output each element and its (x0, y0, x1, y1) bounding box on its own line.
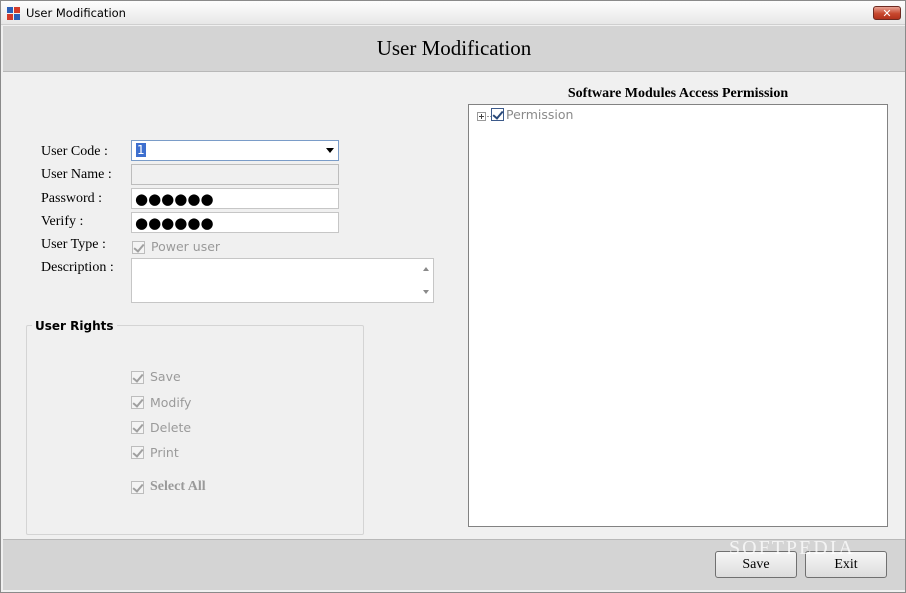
permissions-tree[interactable]: Permission (468, 104, 888, 527)
permissions-title: Software Modules Access Permission (567, 86, 789, 101)
scroll-down-icon[interactable] (423, 290, 429, 294)
page-title: User Modification (376, 36, 532, 60)
user-name-label: User Name : (41, 167, 112, 182)
power-user-checkbox[interactable] (132, 241, 145, 254)
save-right-checkbox[interactable] (131, 371, 144, 384)
chevron-down-icon[interactable] (326, 148, 334, 153)
window-title: User Modification (26, 6, 126, 20)
power-user-label: Power user (151, 239, 221, 254)
save-right-label: Save (150, 369, 181, 384)
description-textarea[interactable] (131, 258, 434, 303)
user-code-combobox[interactable]: 1 (131, 140, 339, 161)
save-button[interactable]: Save (715, 551, 797, 578)
user-type-label: User Type : (41, 237, 106, 252)
user-code-value: 1 (136, 143, 146, 157)
permission-node-label[interactable]: Permission (506, 107, 573, 122)
modify-right-label: Modify (150, 395, 192, 410)
select-all-label: Select All (150, 479, 206, 494)
user-rights-title: User Rights (32, 319, 117, 333)
password-field[interactable]: ●●●●●● (131, 188, 339, 209)
modify-right-checkbox[interactable] (131, 396, 144, 409)
close-icon: ✕ (882, 6, 892, 20)
password-label: Password : (41, 191, 103, 206)
verify-label: Verify : (41, 214, 84, 229)
select-all-checkbox[interactable] (131, 481, 144, 494)
user-rights-group (26, 325, 364, 535)
verify-value: ●●●●●● (135, 214, 214, 232)
user-name-field[interactable] (131, 164, 339, 185)
page-header: User Modification (3, 26, 905, 72)
print-right-checkbox[interactable] (131, 446, 144, 459)
app-icon (7, 7, 20, 20)
delete-right-label: Delete (150, 420, 192, 435)
close-button[interactable]: ✕ (873, 6, 901, 20)
password-value: ●●●●●● (135, 190, 214, 208)
delete-right-checkbox[interactable] (131, 421, 144, 434)
user-modification-window: User Modification ✕ User Modification Us… (0, 0, 906, 593)
title-bar[interactable]: User Modification ✕ (1, 1, 905, 25)
verify-field[interactable]: ●●●●●● (131, 212, 339, 233)
description-label: Description : (41, 260, 114, 275)
print-right-label: Print (150, 445, 179, 460)
user-code-label: User Code : (41, 144, 108, 159)
scroll-up-icon[interactable] (423, 267, 429, 271)
permission-node-checkbox[interactable] (491, 108, 504, 121)
expand-plus-icon[interactable] (477, 112, 486, 121)
exit-button[interactable]: Exit (805, 551, 887, 578)
